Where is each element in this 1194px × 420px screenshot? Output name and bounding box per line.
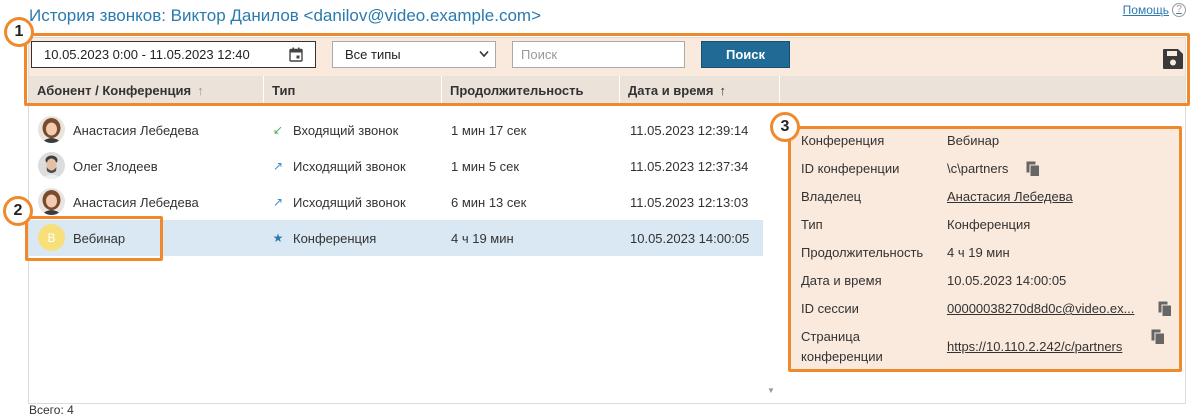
call-type-label: Исходящий звонок: [293, 194, 406, 210]
detail-label: ID конференции: [801, 161, 900, 176]
session-id-link[interactable]: 00000038270d8d0c@video.ex...: [947, 299, 1134, 319]
incoming-call-icon: ↙: [272, 123, 284, 137]
page-title: История звонков: Виктор Данилов <danilov…: [29, 6, 541, 25]
detail-label: Дата и время: [801, 273, 882, 288]
detail-label: Тип: [801, 217, 823, 232]
detail-value: \c\partners: [947, 161, 1009, 176]
call-type: ↗ Исходящий звонок: [272, 184, 406, 220]
detail-label: ID сессии: [801, 301, 859, 316]
outgoing-call-icon: ↗: [272, 159, 284, 173]
detail-value: Вебинар: [947, 133, 1000, 148]
call-type: ↗ Исходящий звонок: [272, 148, 406, 184]
detail-label: Конференция: [801, 133, 885, 148]
detail-label: Владелец: [801, 189, 862, 204]
table-row[interactable]: Анастасия Лебедева ↗ Исходящий звонок 6 …: [29, 184, 763, 220]
table-row[interactable]: Анастасия Лебедева ↙ Входящий звонок 1 м…: [29, 112, 763, 148]
call-datetime: 11.05.2023 12:13:03: [630, 194, 749, 210]
table-row[interactable]: Олег Злодеев ↗ Исходящий звонок 1 мин 5 …: [29, 148, 763, 184]
copy-icon[interactable]: [1151, 329, 1165, 345]
callout-number: 1: [7, 20, 31, 44]
avatar: [38, 116, 65, 143]
callout-badge: 2: [3, 196, 33, 226]
detail-value: 4 ч 19 мин: [947, 245, 1010, 260]
details-panel: Конференция Вебинар ID конференции \c\pa…: [788, 126, 1182, 372]
scroll-down-icon[interactable]: ▼: [767, 386, 775, 395]
call-type: ★ Конференция: [272, 220, 377, 256]
subscriber-name: Анастасия Лебедева: [73, 194, 199, 210]
callout-badge: 3: [770, 112, 800, 142]
copy-icon[interactable]: [1158, 301, 1172, 317]
detail-label: Продолжительность: [801, 245, 924, 260]
call-type-label: Конференция: [293, 230, 377, 246]
call-type-label: Входящий звонок: [293, 122, 399, 138]
call-datetime: 11.05.2023 12:39:14: [630, 122, 749, 138]
call-type-label: Исходящий звонок: [293, 158, 406, 174]
help-icon[interactable]: ?: [1172, 3, 1186, 17]
avatar: [38, 152, 65, 179]
call-datetime: 11.05.2023 12:37:34: [630, 158, 749, 174]
subscriber-name: Анастасия Лебедева: [73, 122, 199, 138]
call-duration: 6 мин 13 сек: [451, 194, 527, 210]
outgoing-call-icon: ↗: [272, 195, 284, 209]
avatar: [38, 188, 65, 215]
help-label[interactable]: Помощь: [1123, 3, 1169, 17]
conference-star-icon: ★: [272, 231, 284, 245]
help-link[interactable]: Помощь ?: [1123, 3, 1186, 17]
call-duration: 1 мин 5 сек: [451, 158, 520, 174]
detail-label: Страница конференции: [801, 329, 883, 364]
callout-number: 2: [6, 199, 30, 223]
callout-frame-row: [25, 216, 163, 261]
subscriber-name: Олег Злодеев: [73, 158, 158, 174]
callout-badge: 1: [4, 17, 34, 47]
callout-number: 3: [773, 115, 797, 139]
call-type: ↙ Входящий звонок: [272, 112, 398, 148]
copy-icon[interactable]: [1026, 161, 1040, 177]
detail-value: Конференция: [947, 217, 1031, 232]
conference-page-link[interactable]: https://10.110.2.242/c/partners: [947, 337, 1122, 357]
detail-value: 10.05.2023 14:00:05: [947, 273, 1067, 288]
owner-link[interactable]: Анастасия Лебедева: [947, 187, 1073, 207]
call-datetime: 10.05.2023 14:00:05: [630, 230, 750, 246]
total-count: Всего: 4: [29, 403, 74, 417]
call-duration: 1 мин 17 сек: [451, 122, 527, 138]
call-duration: 4 ч 19 мин: [451, 230, 514, 246]
callout-frame-toolbar: [24, 33, 1190, 106]
